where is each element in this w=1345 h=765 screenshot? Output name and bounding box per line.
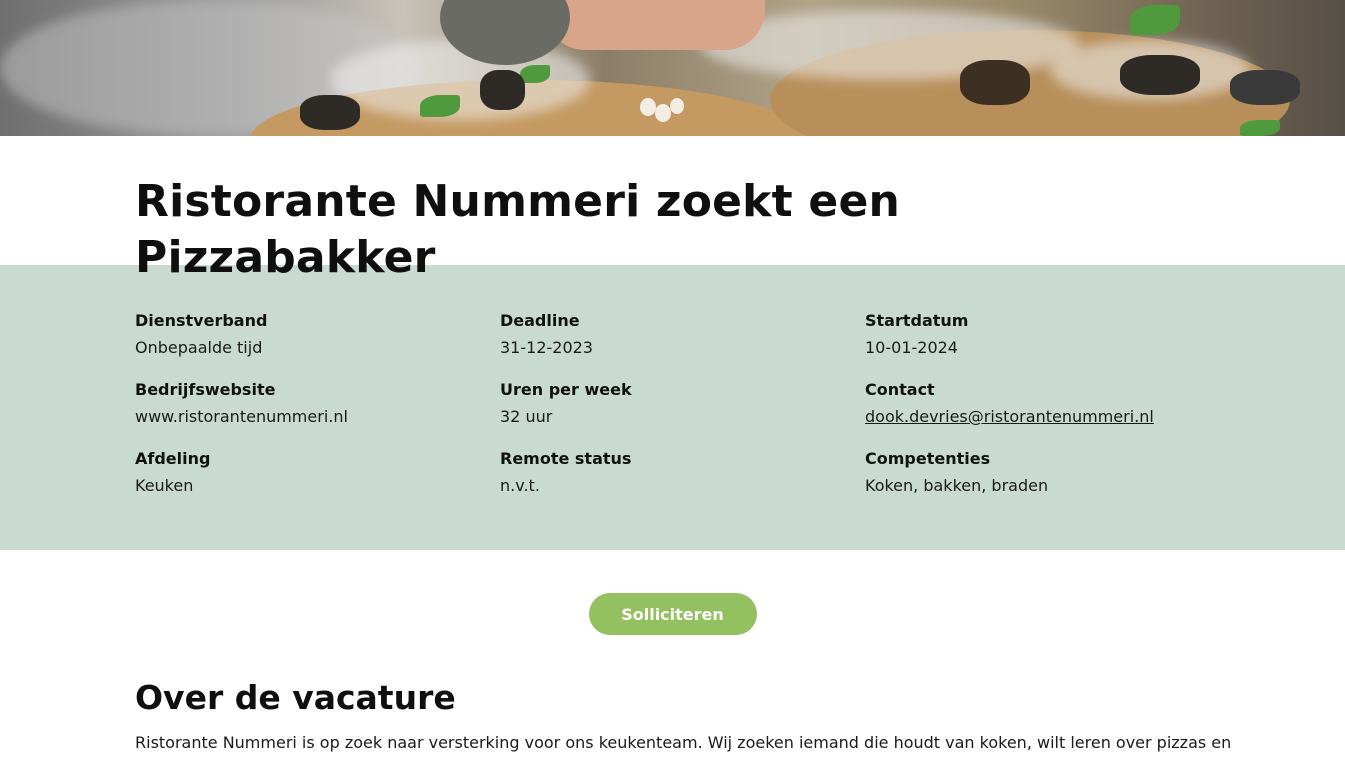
about-section: Over de vacature Ristorante Nummeri is o… [0,678,1345,756]
detail-label: Deadline [500,311,580,330]
detail-value: Keuken [135,476,194,495]
detail-label: Remote status [500,449,632,468]
detail-label: Afdeling [135,449,211,468]
detail-label: Competenties [865,449,991,468]
about-intro-text: Ristorante Nummeri is op zoek naar verst… [135,733,1232,752]
detail-bedrijfswebsite: Bedrijfswebsite www.ristorantenummeri.nl [135,379,500,432]
detail-deadline: Deadline 31-12-2023 [500,310,865,363]
apply-section: Solliciteren [0,550,1345,678]
detail-label: Dienstverband [135,311,268,330]
detail-value: n.v.t. [500,476,540,495]
detail-startdatum: Startdatum 10-01-2024 [865,310,1230,363]
detail-afdeling: Afdeling Keuken [135,448,500,501]
about-heading: Over de vacature [135,678,456,717]
job-details-grid: Dienstverband Onbepaalde tijd Deadline 3… [135,310,1210,501]
detail-uren-per-week: Uren per week 32 uur [500,379,865,432]
apply-button[interactable]: Solliciteren [588,593,757,635]
contact-email-link[interactable]: dook.devries@ristorantenummeri.nl [865,407,1154,426]
detail-contact: Contact dook.devries@ristorantenummeri.n… [865,379,1230,432]
job-details-panel: Dienstverband Onbepaalde tijd Deadline 3… [0,265,1345,550]
detail-competenties: Competenties Koken, bakken, braden [865,448,1230,501]
detail-value: www.ristorantenummeri.nl [135,407,348,426]
detail-label: Contact [865,380,935,399]
title-section: Ristorante Nummeri zoekt een Pizzabakker [0,136,1345,283]
detail-label: Uren per week [500,380,632,399]
detail-value: dook.devries@ristorantenummeri.nl [865,401,1230,432]
detail-value: 10-01-2024 [865,338,958,357]
detail-remote-status: Remote status n.v.t. [500,448,865,501]
detail-label: Bedrijfswebsite [135,380,276,399]
detail-value: 31-12-2023 [500,338,593,357]
detail-value: Onbepaalde tijd [135,338,263,357]
detail-label: Startdatum [865,311,969,330]
detail-value: 32 uur [500,407,553,426]
hero-image [0,0,1345,136]
detail-dienstverband: Dienstverband Onbepaalde tijd [135,310,500,363]
detail-value: Koken, bakken, braden [865,476,1049,495]
